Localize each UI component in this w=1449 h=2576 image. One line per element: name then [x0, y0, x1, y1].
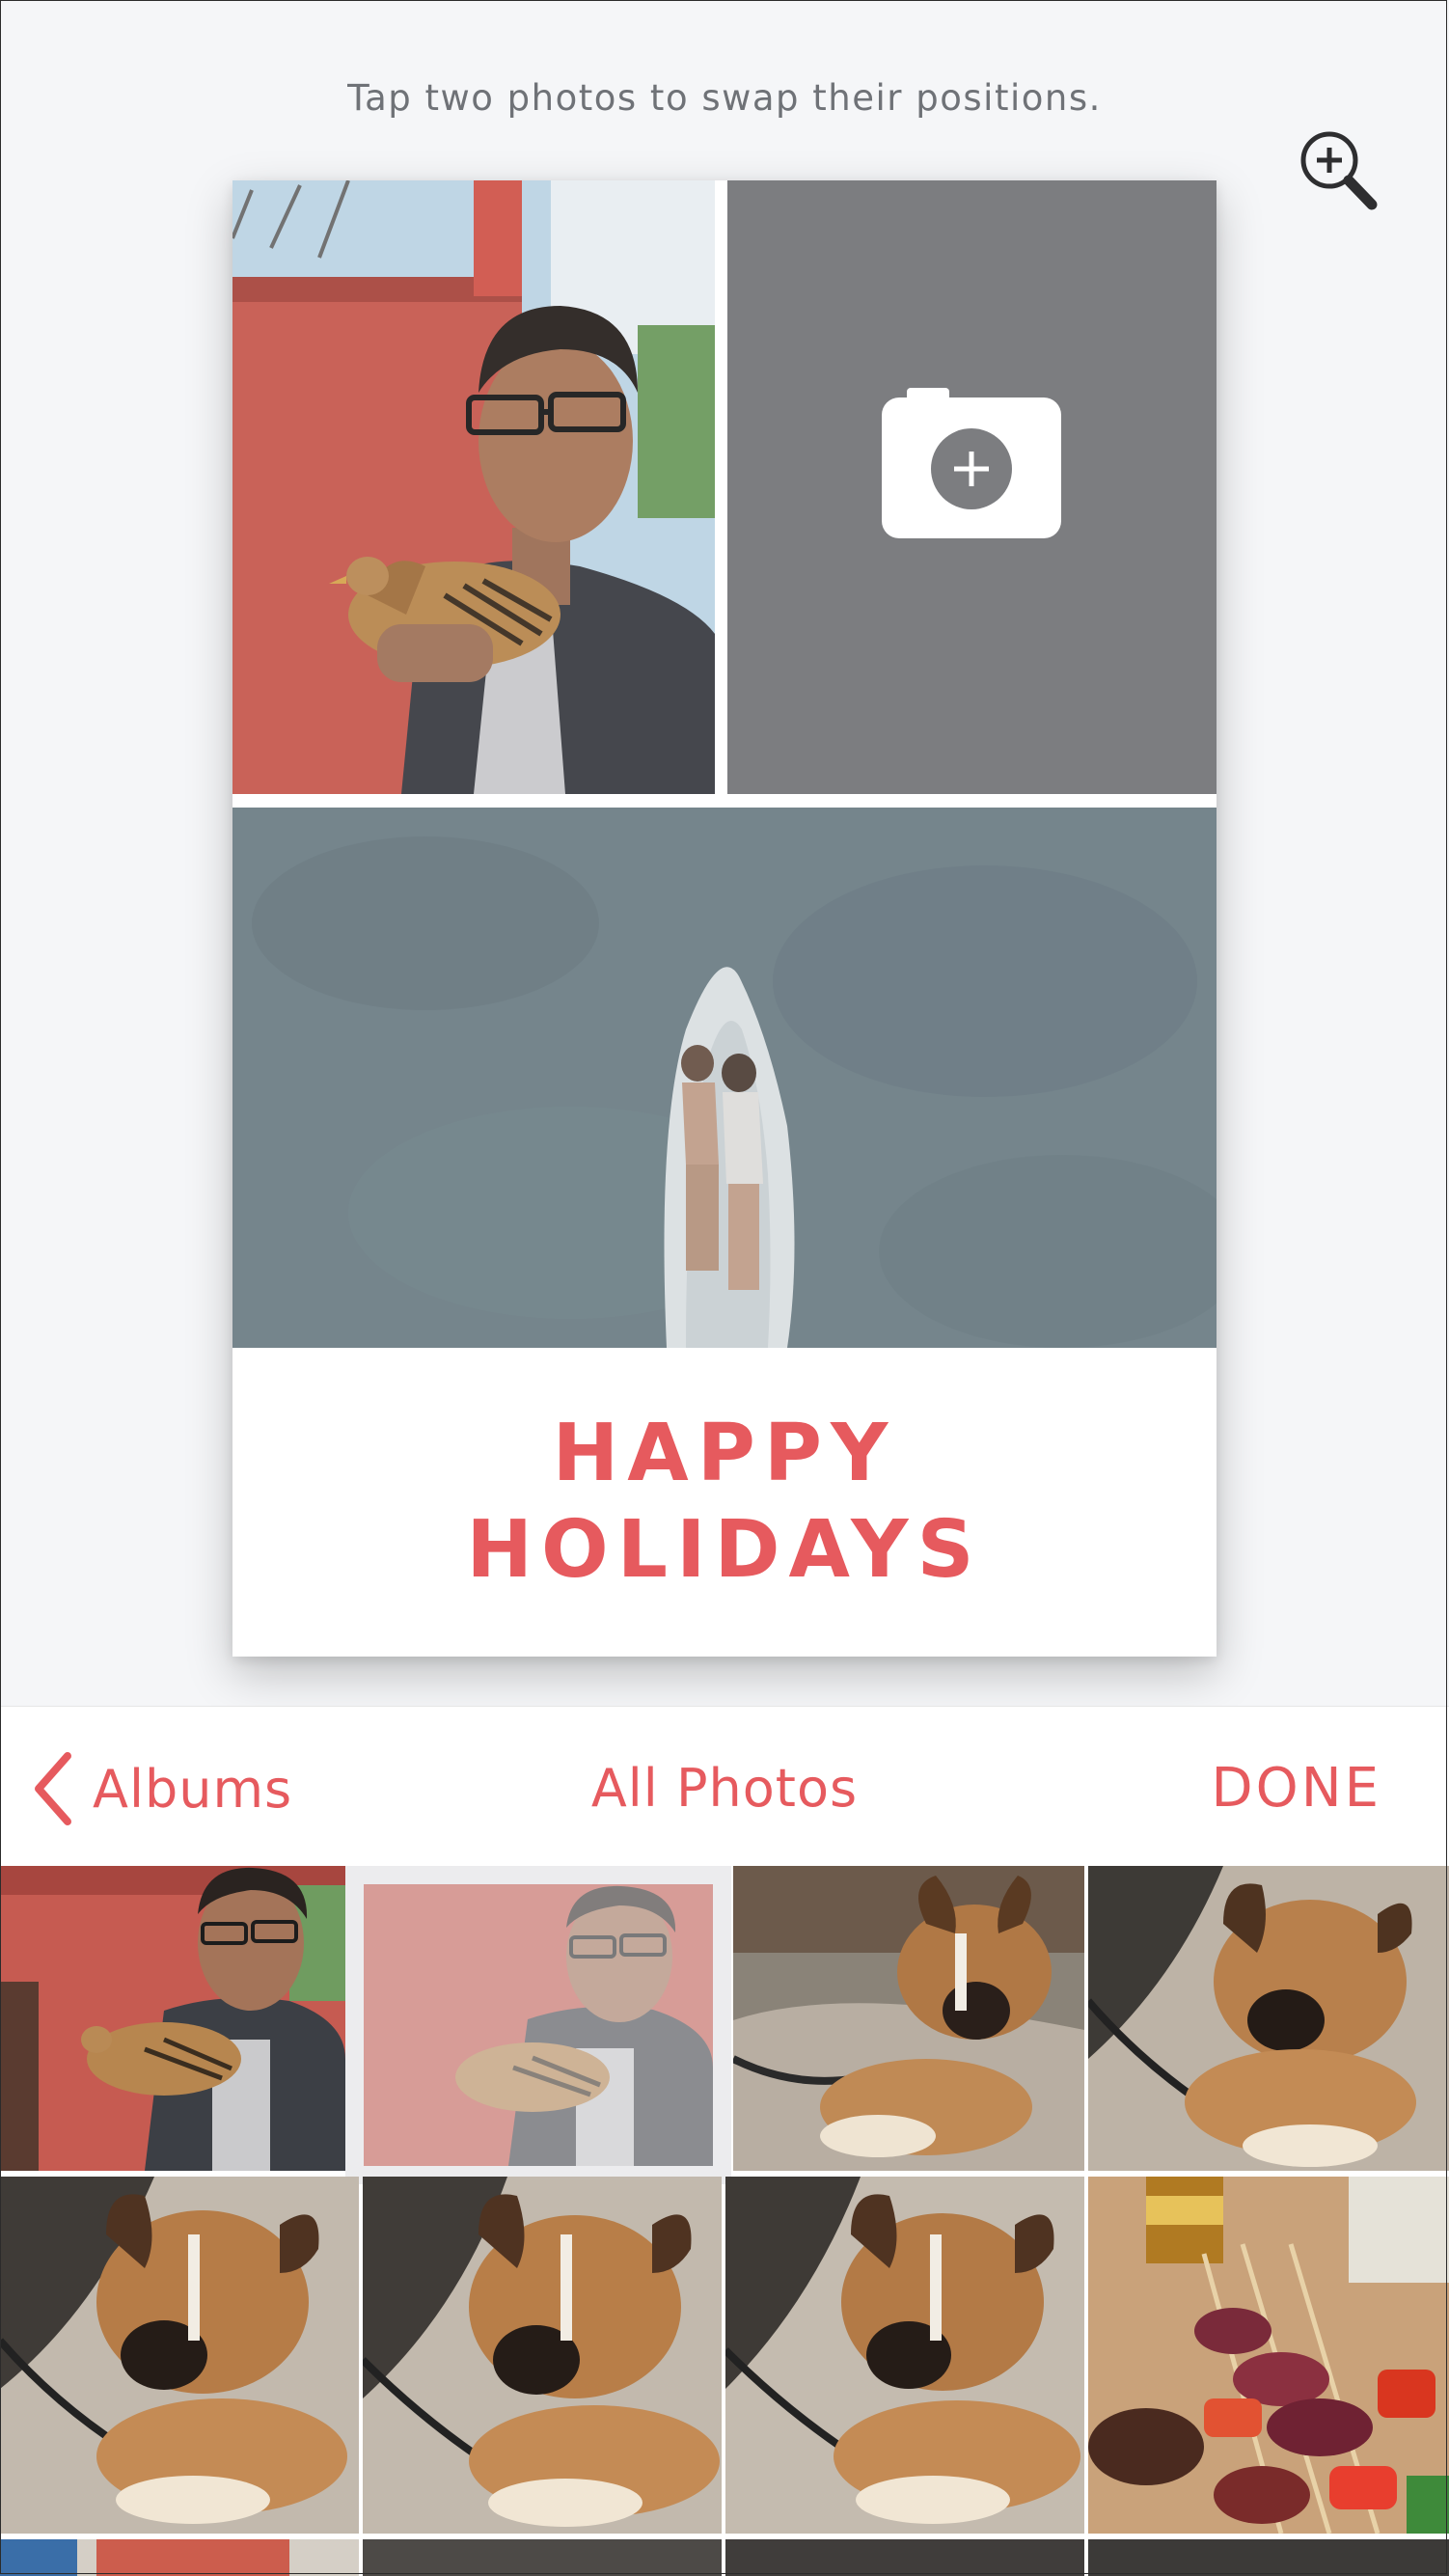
- photo-thumbnail[interactable]: [0, 1866, 345, 2171]
- photo-thumbnail[interactable]: [363, 2177, 722, 2534]
- zoom-button[interactable]: [1293, 125, 1385, 218]
- greeting-line-1: HAPPY: [552, 1408, 897, 1499]
- dog-thumbnail: [733, 1866, 1084, 2171]
- greeting-line-2: HOLIDAYS: [466, 1504, 983, 1596]
- dog-thumbnail: [1088, 1866, 1449, 2171]
- photo-picker-toolbar: Albums All Photos DONE: [0, 1706, 1449, 1866]
- photo-thumbnail-selected[interactable]: [345, 1866, 731, 2184]
- zoom-in-icon: [1300, 131, 1378, 210]
- boat-couple-photo: [232, 808, 1217, 1348]
- photo-thumbnail[interactable]: [1088, 1866, 1449, 2171]
- swap-instruction: Tap two photos to swap their positions.: [347, 77, 1102, 119]
- photo-grid: [0, 1866, 1449, 2576]
- man-with-chicken-photo: [232, 180, 715, 794]
- photo-thumbnail[interactable]: [1088, 2177, 1449, 2534]
- photo-thumbnail[interactable]: [363, 2539, 722, 2576]
- add-photo-icon[interactable]: [882, 388, 1061, 538]
- photo-thumbnail[interactable]: [0, 2539, 359, 2576]
- greeting-card: HAPPY HOLIDAYS: [232, 180, 1217, 1657]
- photo-thumbnail[interactable]: [1088, 2539, 1449, 2576]
- card-greeting-text[interactable]: HAPPY HOLIDAYS: [232, 1348, 1217, 1657]
- kebabs-thumbnail: [1088, 2177, 1449, 2534]
- dog-thumbnail: [725, 2177, 1084, 2534]
- card-photo-slot-1[interactable]: [232, 180, 715, 794]
- card-photo-slot-3[interactable]: [232, 808, 1217, 1348]
- man-chicken-thumbnail: [0, 1866, 345, 2171]
- photo-thumbnail[interactable]: [0, 2177, 359, 2534]
- dog-thumbnail: [363, 2177, 722, 2534]
- photo-thumbnail[interactable]: [725, 2177, 1084, 2534]
- dog-thumbnail: [0, 2177, 359, 2534]
- done-button[interactable]: DONE: [1212, 1745, 1381, 1832]
- photo-thumbnail[interactable]: [733, 1866, 1084, 2171]
- photo-thumbnail[interactable]: [725, 2539, 1084, 2576]
- selected-photo-preview: [364, 1884, 713, 2166]
- card-photo-slot-2-empty[interactable]: [727, 180, 1217, 794]
